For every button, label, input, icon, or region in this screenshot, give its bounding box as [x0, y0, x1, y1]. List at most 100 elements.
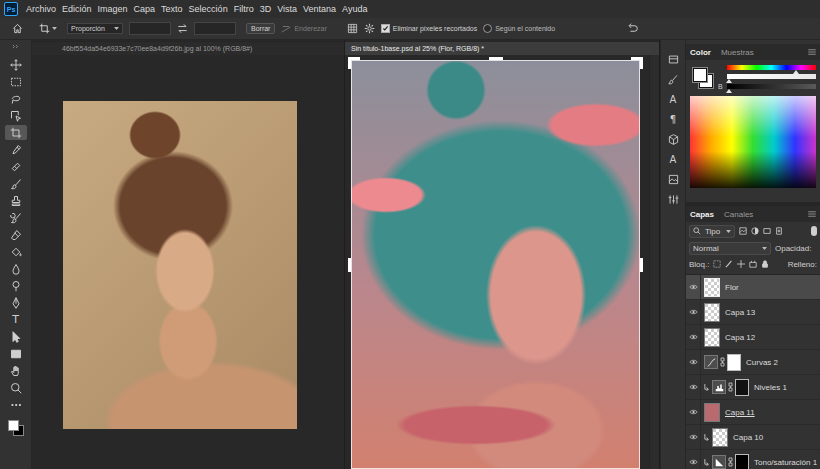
visibility-toggle[interactable]	[686, 400, 701, 424]
delete-cropped-checkbox[interactable]: Eliminar píxeles recortados	[381, 24, 477, 33]
layer-thumbnail[interactable]	[704, 403, 720, 422]
visibility-toggle[interactable]	[686, 350, 701, 374]
tool-button[interactable]	[5, 329, 27, 344]
dock-button[interactable]	[664, 52, 682, 67]
tool-button[interactable]	[5, 91, 27, 106]
layer-thumbnail[interactable]	[712, 428, 728, 447]
menu-item[interactable]: Texto	[161, 4, 183, 14]
layer-row[interactable]: Curvas 2	[686, 350, 820, 375]
layer-row[interactable]: Capa 11	[686, 400, 820, 425]
foreground-color-swatch[interactable]	[8, 420, 19, 431]
visibility-toggle[interactable]	[686, 425, 701, 449]
lock-position-icon[interactable]	[737, 260, 745, 268]
adjustment-filter-icon[interactable]	[751, 227, 759, 235]
menu-item[interactable]: Ayuda	[342, 4, 367, 14]
width-field[interactable]	[129, 22, 171, 35]
menu-item[interactable]: Capa	[134, 4, 156, 14]
blend-mode-dropdown[interactable]: Normal	[689, 242, 771, 255]
filter-toggle[interactable]	[811, 226, 817, 236]
layer-mask[interactable]	[735, 379, 749, 396]
lock-artboard-icon[interactable]	[749, 260, 757, 268]
tool-button[interactable]	[5, 363, 27, 378]
height-field[interactable]	[194, 22, 236, 35]
menu-item[interactable]: Filtro	[234, 4, 254, 14]
link-icon[interactable]	[728, 382, 733, 392]
panel-tab[interactable]: Color	[690, 46, 711, 59]
dock-button[interactable]	[664, 172, 682, 187]
menu-item[interactable]: Vista	[277, 4, 297, 14]
menu-item[interactable]: Selección	[189, 4, 228, 14]
layer-row[interactable]: Flor	[686, 275, 820, 300]
tool-button[interactable]	[5, 244, 27, 259]
tool-button[interactable]	[5, 295, 27, 310]
link-icon[interactable]	[728, 457, 733, 467]
crop-area[interactable]	[351, 60, 640, 469]
canvas[interactable]	[345, 55, 659, 469]
layer-mask[interactable]	[727, 354, 741, 371]
tool-button[interactable]	[5, 125, 27, 140]
pixel-filter-icon[interactable]	[739, 227, 747, 235]
lock-paint-icon[interactable]	[725, 260, 733, 268]
layer-mask[interactable]	[735, 454, 749, 469]
gear-icon[interactable]	[364, 23, 375, 34]
crop-handle[interactable]	[348, 258, 351, 272]
reset-icon[interactable]	[627, 23, 638, 34]
panel-tab[interactable]: Canales	[724, 208, 753, 221]
slider-track[interactable]	[727, 84, 816, 89]
lock-all-icon[interactable]	[761, 260, 769, 268]
dock-button[interactable]: ¶	[664, 112, 682, 127]
dock-button[interactable]: A	[664, 92, 682, 107]
tool-button[interactable]	[5, 74, 27, 89]
layer-thumbnail[interactable]	[704, 278, 720, 297]
layer-thumbnail[interactable]	[704, 328, 720, 347]
color-spectrum[interactable]	[690, 96, 816, 188]
color-slider[interactable]	[718, 65, 816, 70]
tool-button[interactable]	[5, 414, 27, 436]
crop-handle[interactable]	[348, 57, 351, 69]
shape-filter-icon[interactable]	[763, 227, 771, 235]
content-aware-radio[interactable]: Según el contenido	[483, 24, 555, 33]
menu-item[interactable]: Imagen	[98, 4, 128, 14]
tool-button[interactable]	[5, 57, 27, 72]
tool-button[interactable]	[5, 210, 27, 225]
menu-item[interactable]: Ventana	[303, 4, 336, 14]
visibility-toggle[interactable]	[686, 375, 701, 399]
layer-row[interactable]: Capa 12	[686, 325, 820, 350]
dock-button[interactable]	[664, 192, 682, 207]
crop-handle[interactable]	[640, 258, 643, 272]
menu-item[interactable]: Edición	[62, 4, 92, 14]
panel-menu-icon[interactable]	[808, 49, 816, 55]
tool-button[interactable]: T	[5, 312, 27, 327]
foreground-color[interactable]	[693, 68, 707, 82]
link-icon[interactable]	[720, 357, 725, 367]
crop-handle[interactable]	[489, 57, 503, 60]
slider-track[interactable]	[727, 65, 816, 70]
overlay-grid-icon[interactable]	[347, 23, 358, 34]
menu-item[interactable]: 3D	[260, 4, 272, 14]
layer-row[interactable]: Capa 10	[686, 425, 820, 450]
visibility-toggle[interactable]	[686, 450, 701, 469]
color-slider[interactable]	[718, 74, 816, 79]
tool-preset-picker[interactable]	[39, 23, 57, 34]
tool-button[interactable]	[5, 108, 27, 123]
panel-tab[interactable]: Capas	[690, 208, 714, 221]
document-tab[interactable]: Sin título-1base.psd al 25% (Flor, RGB/8…	[345, 41, 659, 55]
vertical-scrollbar[interactable]	[649, 55, 659, 469]
adjustment-thumbnail[interactable]	[712, 455, 726, 469]
slider-track[interactable]	[727, 74, 816, 79]
adjustment-thumbnail[interactable]	[712, 380, 726, 394]
slider-marker[interactable]	[726, 89, 732, 93]
canvas[interactable]	[32, 55, 344, 469]
tool-button[interactable]	[5, 380, 27, 395]
tool-button[interactable]	[5, 176, 27, 191]
panel-tab[interactable]: Muestras	[721, 46, 754, 59]
layer-filter-dropdown[interactable]: Tipo	[689, 225, 735, 238]
tool-button[interactable]	[5, 159, 27, 174]
tool-button[interactable]	[5, 397, 27, 412]
dock-button[interactable]	[664, 72, 682, 87]
tool-button[interactable]	[5, 261, 27, 276]
layer-row[interactable]: Capa 13	[686, 300, 820, 325]
menu-item[interactable]: Archivo	[26, 4, 56, 14]
clear-button[interactable]: Borrar	[246, 23, 275, 34]
visibility-toggle[interactable]	[686, 275, 701, 299]
